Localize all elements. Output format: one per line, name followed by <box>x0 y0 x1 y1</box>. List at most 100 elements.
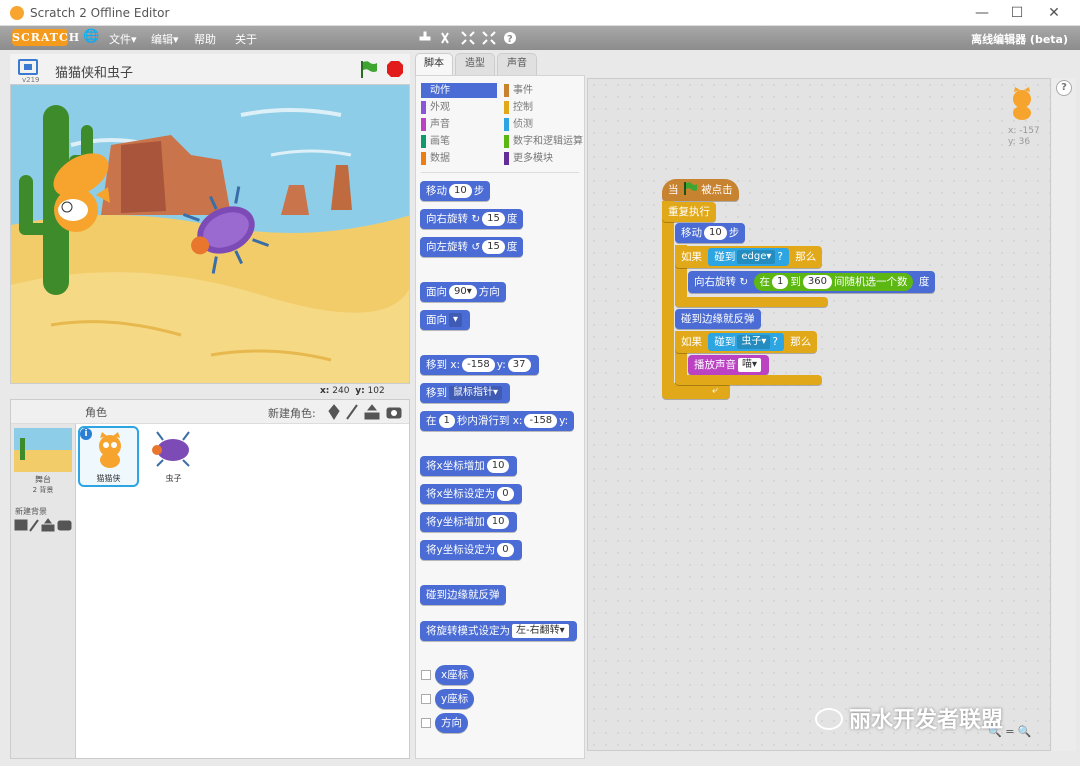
svg-text:?: ? <box>507 34 513 45</box>
block-goto[interactable]: 移到 鼠标指针▾ <box>420 383 511 403</box>
shrink-icon <box>482 31 496 45</box>
sprite-pane: 角色 新建角色: 舞台 2 背景 新建背景 i 猫猫侠 虫子 <box>10 399 410 759</box>
sprite-tile-cat[interactable]: i 猫猫侠 <box>78 426 139 487</box>
help-pane: ? <box>1052 78 1076 751</box>
language-globe-icon[interactable]: 🌐 <box>83 29 99 44</box>
category-pen[interactable]: 画笔 <box>421 134 450 149</box>
reporter-xpos[interactable]: x座标 <box>435 665 475 685</box>
block-palette: 动作 事件 外观 控制 声音 侦测 画笔 数字和逻辑运算 数据 更多模块 移动 1… <box>415 75 585 759</box>
block-set-y[interactable]: 将y坐标设定为 0 <box>420 540 522 560</box>
backdrop-count: 2 背景 <box>32 486 54 494</box>
editor-mode-label: 离线编辑器 (beta) <box>971 33 1068 46</box>
block-change-y[interactable]: 将y坐标增加 10 <box>420 512 518 532</box>
block-glide[interactable]: 在 1 秒内滑行到 x: -158 y: <box>420 411 575 431</box>
tab-sounds[interactable]: 声音 <box>497 53 537 75</box>
wechat-icon <box>815 708 843 730</box>
sprite-pane-header: 角色 新建角色: <box>11 400 409 424</box>
menu-help[interactable]: 帮助 <box>194 31 216 47</box>
block-turn-right[interactable]: 向右旋转 ↻ 15 度 <box>420 209 524 229</box>
desert-backdrop <box>11 85 409 383</box>
sprite-name-cat: 猫猫侠 <box>96 474 121 483</box>
scratch-cat-icon <box>10 6 24 20</box>
block-forever[interactable]: 重复执行 <box>662 202 716 222</box>
zoom-in-icon[interactable]: 🔍 <box>1018 725 1032 738</box>
cat-thumbnail <box>99 432 121 468</box>
paint-sprite-icon <box>346 404 358 420</box>
script-area[interactable]: x: -157 y: 36 当 被点击 重复执行 ⤶ 移动 10 步 如果 碰到 ed… <box>587 78 1051 751</box>
upload-backdrop-icon <box>41 518 55 532</box>
script-move-steps[interactable]: 移动 10 步 <box>675 223 746 243</box>
new-sprite-label: 新建角色: <box>268 407 316 420</box>
stage-canvas[interactable] <box>10 84 410 384</box>
help-tips-icon[interactable]: ? <box>1056 80 1072 96</box>
block-goto-xy[interactable]: 移到 x: -158 y: 37 <box>420 355 539 375</box>
script-if-touching-edge[interactable]: 如果 碰到 edge▾? 那么 <box>675 246 823 268</box>
minimize-button[interactable]: — <box>968 4 996 22</box>
block-point-direction[interactable]: 面向 90▾ 方向 <box>420 282 506 302</box>
checkbox-direction[interactable] <box>421 718 431 728</box>
stage-label: 舞台 <box>35 475 51 484</box>
close-button[interactable]: ✕ <box>1040 4 1068 22</box>
category-events[interactable]: 事件 <box>504 83 533 98</box>
checkbox-xpos[interactable] <box>421 670 431 680</box>
category-looks[interactable]: 外观 <box>421 100 450 115</box>
rotate-right-icon: ↻ <box>471 213 481 225</box>
backdrop-camera-icon <box>57 520 72 531</box>
upload-sprite-icon <box>364 404 380 420</box>
paint-backdrop-icon <box>29 519 39 532</box>
sprite-tile-beetle[interactable]: 虫子 <box>143 426 204 487</box>
stage-thumbnail[interactable] <box>14 428 72 472</box>
menu-bar: SCRATCH 🌐 文件▾ 编辑▾ 帮助 关于 ? 离线编辑器 (beta) <box>0 26 1080 50</box>
category-sound[interactable]: 声音 <box>421 117 450 132</box>
current-sprite-icon <box>1013 87 1031 120</box>
block-set-x[interactable]: 将x坐标设定为 0 <box>420 484 522 504</box>
tab-scripts[interactable]: 脚本 <box>415 53 453 75</box>
category-control[interactable]: 控制 <box>504 100 533 115</box>
script-play-sound[interactable]: 播放声音 喵▾ <box>688 355 770 375</box>
script-turn-random[interactable]: 向右旋转 ↻ 在 1 到 360 间随机选一个数 度 <box>688 271 936 293</box>
block-point-towards[interactable]: 面向 ▾ <box>420 310 471 330</box>
rotate-left-icon: ↺ <box>471 241 481 253</box>
rotate-right-icon: ↻ <box>739 276 749 288</box>
tab-costumes[interactable]: 造型 <box>455 53 495 75</box>
window-title: Scratch 2 Offline Editor <box>30 6 170 20</box>
grow-icon <box>461 31 475 45</box>
menu-edit[interactable]: 编辑▾ <box>151 31 179 47</box>
sprite-name-beetle: 虫子 <box>165 474 182 483</box>
checkbox-ypos[interactable] <box>421 694 431 704</box>
category-sensing[interactable]: 侦测 <box>504 117 533 132</box>
category-motion[interactable]: 动作 <box>421 83 497 98</box>
zoom-reset-icon[interactable]: = <box>1005 725 1014 738</box>
maximize-button[interactable]: ☐ <box>1003 4 1031 22</box>
presentation-mode-icon[interactable] <box>18 59 38 75</box>
block-turn-left[interactable]: 向左旋转 ↺ 15 度 <box>420 237 524 257</box>
green-flag-icon <box>683 182 697 195</box>
script-bounce[interactable]: 碰到边缘就反弹 <box>675 309 761 329</box>
category-more-blocks[interactable]: 更多模块 <box>504 151 553 166</box>
block-change-x[interactable]: 将x坐标增加 10 <box>420 456 518 476</box>
block-rotation-style[interactable]: 将旋转模式设定为 左-右翻转▾ <box>420 621 577 641</box>
menu-about[interactable]: 关于 <box>235 31 257 47</box>
sprites-header-label: 角色 <box>85 406 107 419</box>
block-bounce[interactable]: 碰到边缘就反弹 <box>420 585 506 605</box>
reporter-ypos[interactable]: y座标 <box>435 689 475 709</box>
stage-header: v219 猫猫侠和虫子 <box>10 54 410 84</box>
hat-flag-clicked[interactable]: 当 被点击 <box>662 179 739 201</box>
stage-column: 舞台 2 背景 新建背景 <box>11 424 76 758</box>
edit-tools: ? <box>419 31 516 45</box>
sprite-x: x: -157 <box>1008 126 1040 136</box>
menu-file[interactable]: 文件▾ <box>109 31 137 47</box>
sprite-y: y: 36 <box>1008 137 1031 147</box>
green-flag-icon[interactable] <box>358 59 378 79</box>
category-operators[interactable]: 数字和逻辑运算 <box>504 134 583 149</box>
stop-sign-icon[interactable] <box>386 60 404 78</box>
script-if-touching-beetle[interactable]: 如果 碰到 虫子▾? 那么 <box>675 331 818 353</box>
choose-sprite-icon <box>328 404 340 420</box>
pick-random-block[interactable]: 在 1 到 360 间随机选一个数 <box>753 273 914 291</box>
project-title[interactable]: 猫猫侠和虫子 <box>55 62 133 81</box>
reporter-direction[interactable]: 方向 <box>435 713 468 733</box>
scratch-logo[interactable]: SCRATCH <box>12 29 79 46</box>
block-move-steps[interactable]: 移动 10 步 <box>420 181 491 201</box>
category-data[interactable]: 数据 <box>421 151 450 166</box>
if1-end <box>675 297 828 307</box>
